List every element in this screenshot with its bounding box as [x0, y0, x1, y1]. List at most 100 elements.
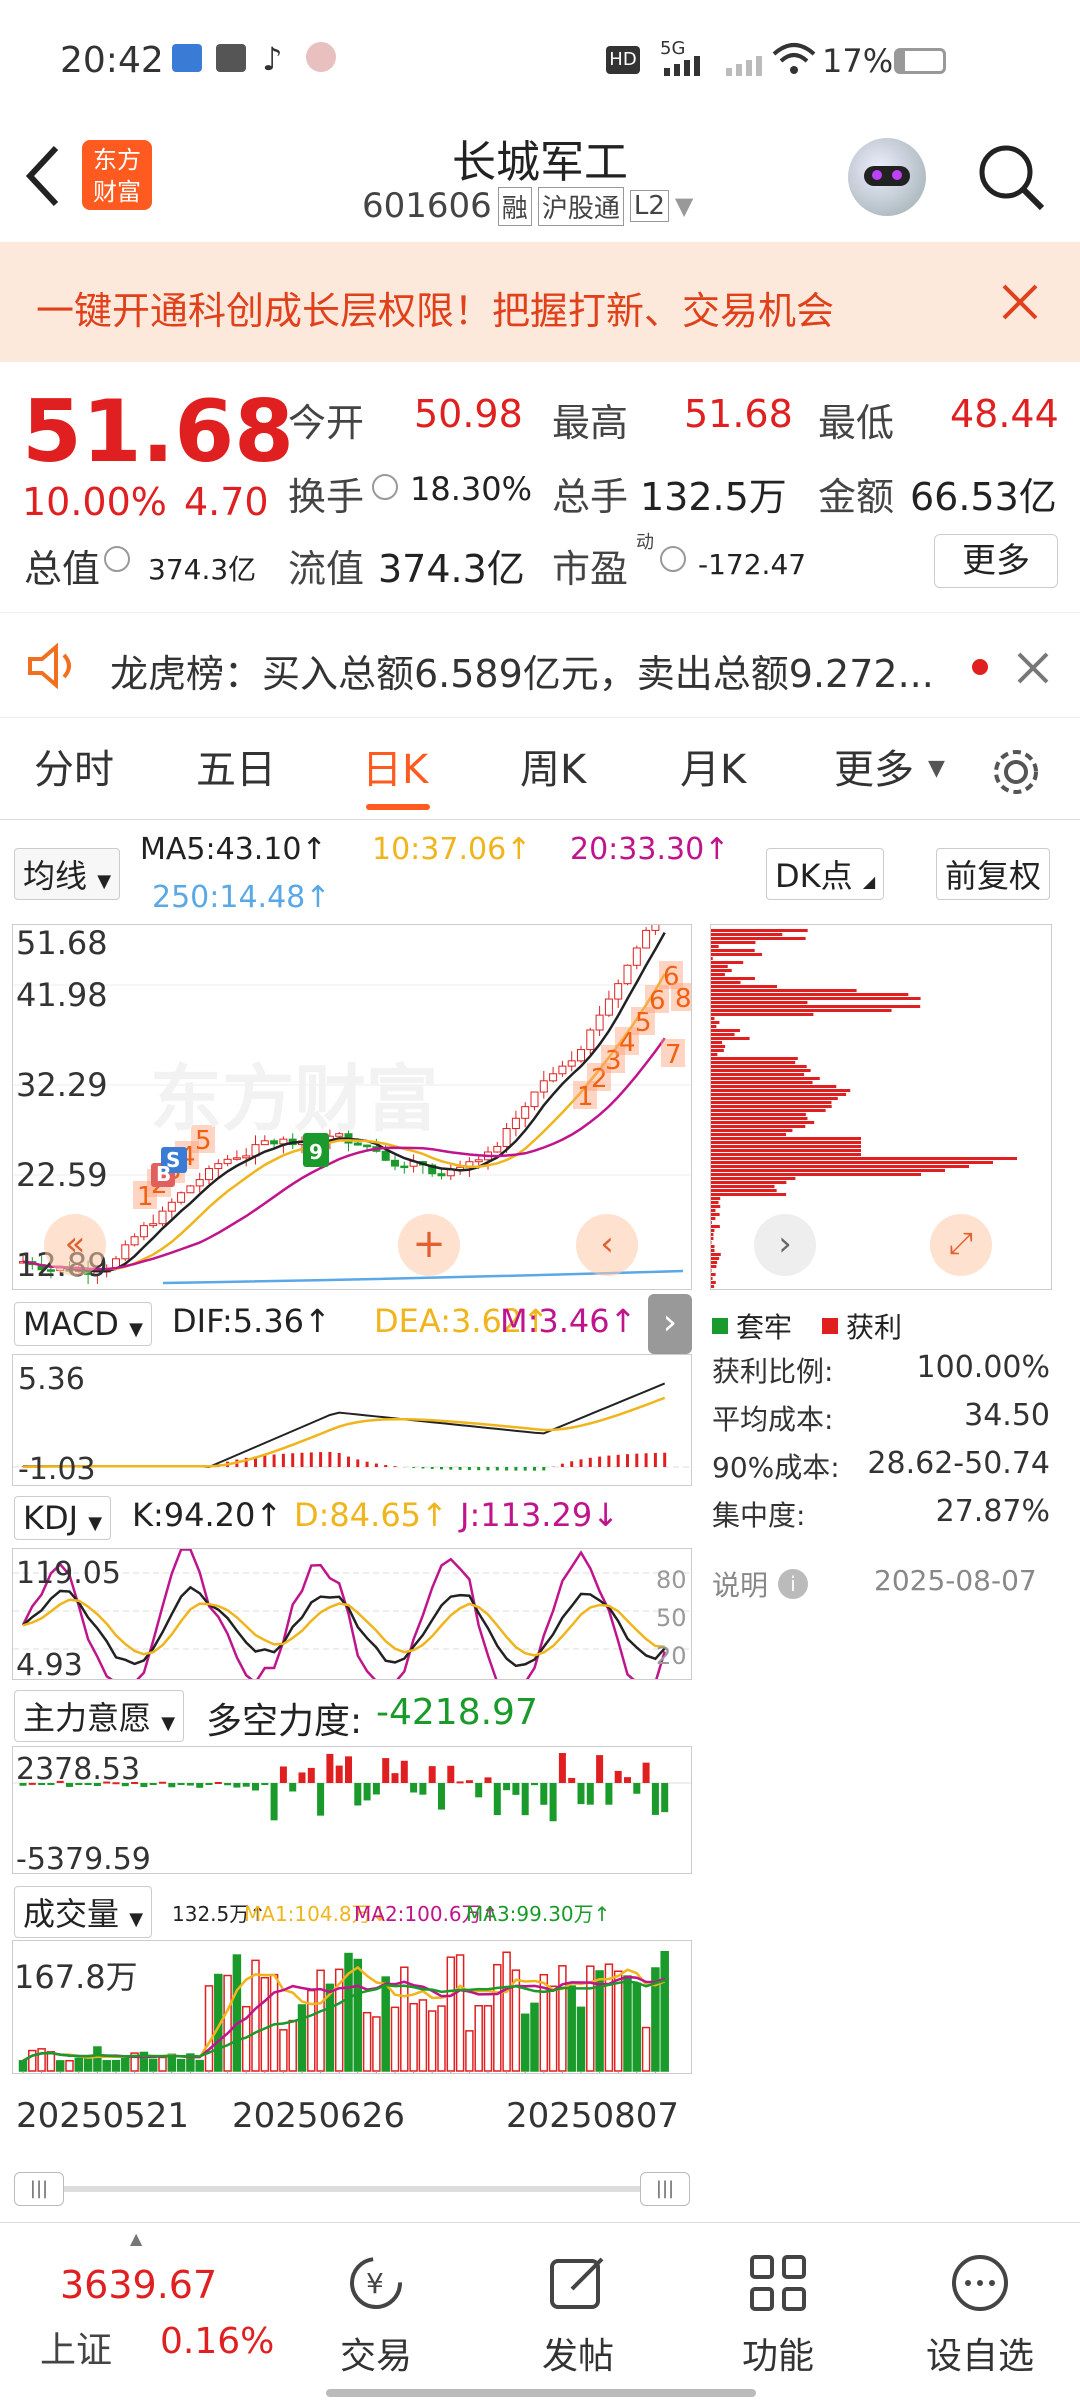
trade-button[interactable]: ¥ 交易: [306, 2223, 446, 2401]
stock-code-line[interactable]: 601606 融 沪股通 L2 ▼: [362, 186, 693, 226]
close-icon[interactable]: [1000, 282, 1040, 322]
volume-bar: [195, 2059, 204, 2072]
volume-bar: [372, 2016, 381, 2072]
chevron-down-icon: ▼: [129, 1319, 143, 1340]
chevron-down-icon: ▼: [161, 1713, 176, 1734]
dk-button[interactable]: DK点 ◢: [766, 848, 885, 900]
chip-bar: [711, 1093, 847, 1096]
ma5-label: MA5:43.10↑: [140, 832, 327, 867]
chip-note[interactable]: 说明 i: [712, 1564, 809, 1604]
range-handle-right[interactable]: |||: [640, 2172, 690, 2206]
volume-bar: [176, 2058, 186, 2072]
brand-logo[interactable]: 东方 财富: [82, 140, 152, 210]
chip-bar: [711, 1153, 861, 1156]
high-value: 51.68: [684, 392, 793, 436]
brand-line1: 东方: [93, 146, 141, 174]
post-button[interactable]: 发帖: [508, 2223, 648, 2401]
close-icon[interactable]: [1016, 651, 1050, 685]
function-button[interactable]: 功能: [708, 2223, 848, 2401]
range-handle-left[interactable]: |||: [14, 2172, 64, 2206]
volume-bar: [111, 2059, 121, 2072]
candle-body: [363, 1144, 372, 1148]
scroll-left-fast-button[interactable]: «: [44, 1214, 106, 1276]
zlyy-bar: [651, 1783, 659, 1815]
volume-bar: [55, 2060, 65, 2072]
chip-bar: [711, 1033, 735, 1036]
chip-bar: [711, 937, 806, 940]
index-ticker[interactable]: ▲ 3639.67 上证 0.16%: [0, 2223, 280, 2401]
gear-icon[interactable]: [990, 746, 1042, 798]
tag-hgt: 沪股通: [537, 186, 624, 226]
chip-bar: [711, 1165, 969, 1168]
amount-label: 金额: [818, 475, 895, 519]
volume-bar: [353, 1958, 363, 2072]
candle-body: [521, 1106, 530, 1119]
add-watchlist-label: 设自选: [925, 2336, 1034, 2377]
zlyy-bar: [177, 1783, 185, 1785]
collapse-panel-button[interactable]: ›: [648, 1294, 692, 1354]
info-dots-icon[interactable]: [660, 546, 686, 572]
ma-dropdown[interactable]: 均线 ▼: [14, 848, 121, 900]
zlyy-bar: [596, 1755, 604, 1783]
active-tab-indicator: [366, 804, 430, 810]
chip-bar: [711, 1137, 861, 1140]
last-price: 51.68: [22, 382, 295, 482]
trade-label: 交易: [339, 2336, 412, 2377]
zlyy-dropdown[interactable]: 主力意愿 ▼: [14, 1690, 185, 1742]
zlyy-bar: [196, 1783, 204, 1788]
tab-more[interactable]: 更多: [834, 720, 914, 820]
info-dots-icon[interactable]: [372, 474, 398, 500]
vivo-notification-icon: [216, 44, 246, 72]
chip-bar: [711, 1289, 713, 1290]
chip-bar: [711, 985, 777, 988]
tab-monthly-k[interactable]: 月K: [680, 720, 746, 820]
kline-y-label: 51.68: [16, 924, 108, 962]
candle-body: [623, 964, 632, 985]
chip-bar: [711, 973, 725, 976]
candle-body: [232, 1157, 241, 1160]
volume-bar: [548, 1985, 558, 2072]
macd-dropdown[interactable]: MACD ▼: [14, 1302, 152, 1346]
tab-5day[interactable]: 五日: [196, 720, 276, 820]
info-icon: i: [778, 1569, 809, 1599]
chip-bar: [711, 961, 744, 964]
ma-dropdown-label: 均线: [23, 857, 88, 895]
search-icon[interactable]: [976, 142, 1048, 214]
kdj-y-top: 119.05: [16, 1556, 121, 1591]
chevron-down-icon: ▼: [129, 1909, 144, 1930]
volume-bar: [362, 2011, 372, 2072]
crosshair-add-button[interactable]: +: [398, 1214, 460, 1276]
chip-bar: [711, 1069, 811, 1072]
turnover-label: 换手: [288, 475, 365, 519]
vol-dropdown[interactable]: 成交量 ▼: [14, 1886, 153, 1938]
chip-bar: [711, 1081, 813, 1084]
fuquan-button[interactable]: 前复权: [936, 848, 1051, 900]
promo-banner[interactable]: 一键开通科创成长层权限！把握打新、交易机会: [0, 242, 1080, 362]
candle-body: [595, 1014, 604, 1031]
candle-body: [539, 1080, 548, 1093]
zlyy-bar: [242, 1783, 250, 1787]
change-pct: 10.00%: [22, 480, 167, 524]
volume-bar: [18, 2060, 28, 2072]
zlyy-bar: [410, 1783, 418, 1793]
chip-bar: [711, 1021, 720, 1024]
range-slider-track[interactable]: [14, 2186, 690, 2192]
candle-body: [446, 1169, 455, 1177]
robot-assistant-icon[interactable]: [848, 138, 926, 216]
chip-bar: [711, 1261, 718, 1264]
add-watchlist-button[interactable]: 设自选: [910, 2223, 1050, 2401]
tab-intraday[interactable]: 分时: [34, 720, 114, 820]
scroll-left-button[interactable]: ‹: [576, 1214, 638, 1276]
unread-dot: [972, 659, 988, 675]
m-label: M:3.46↑: [500, 1302, 637, 1340]
lhb-bar[interactable]: 龙虎榜：买入总额6.589亿元，卖出总额9.272...: [0, 612, 1080, 718]
kdj-dropdown[interactable]: KDJ ▼: [14, 1496, 112, 1540]
more-button[interactable]: 更多: [934, 534, 1058, 588]
tab-weekly-k[interactable]: 周K: [520, 720, 586, 820]
back-icon[interactable]: [22, 144, 62, 208]
info-dots-icon[interactable]: [104, 546, 130, 572]
volume-bar: [74, 2057, 84, 2072]
zlyy-bar: [503, 1783, 511, 1791]
zlyy-bar: [270, 1783, 278, 1821]
volume-bar: [148, 2058, 158, 2072]
